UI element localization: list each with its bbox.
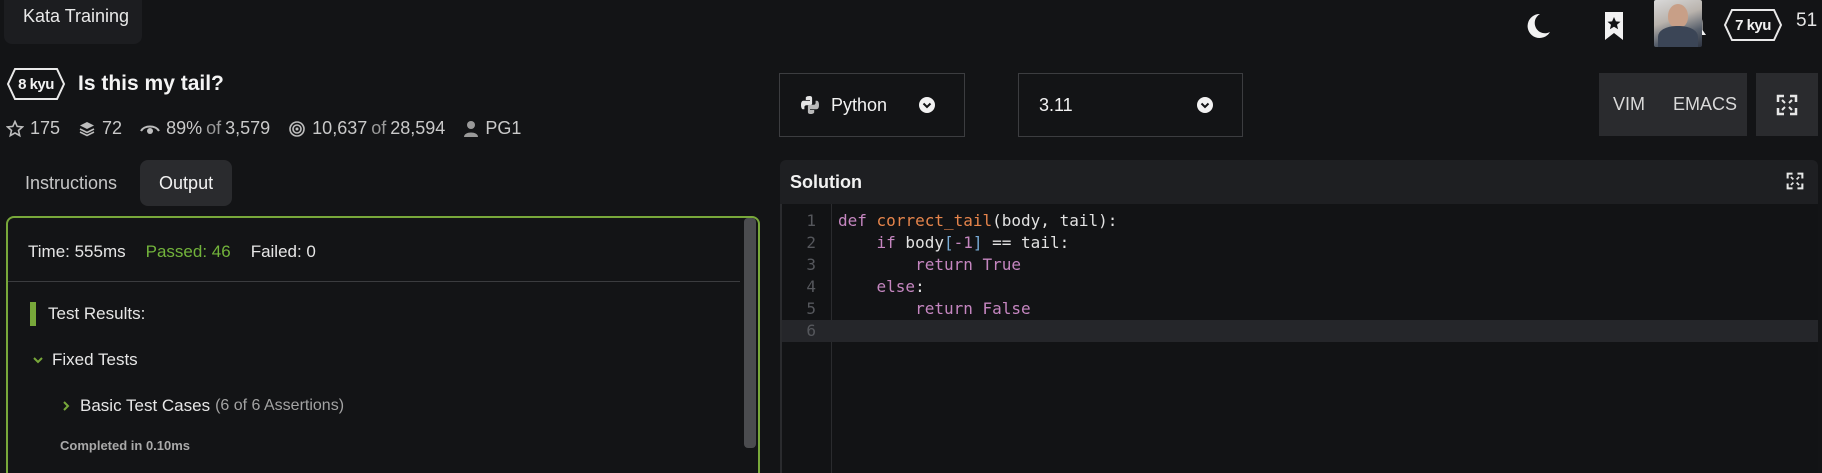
test-summary: Time: 555ms Passed: 46 Failed: 0 (28, 242, 316, 262)
bookmark-star-icon[interactable] (1596, 8, 1632, 44)
code-line[interactable]: 4 else: (782, 276, 1818, 298)
honor-count: 51 (1796, 10, 1818, 31)
line-number: 6 (806, 321, 816, 340)
code-line-active[interactable]: 6 (782, 320, 1818, 342)
completions-stat: 10,637 of 28,594 (288, 118, 445, 139)
fixed-tests-group[interactable]: Fixed Tests (32, 350, 138, 370)
kata-training-label: Kata Training (23, 6, 130, 26)
user-icon (464, 120, 479, 137)
chevron-down-icon (1197, 97, 1213, 113)
kata-title[interactable]: Is this my tail? (78, 72, 224, 96)
chevron-right-icon (63, 401, 70, 411)
code-line[interactable]: 1 def correct_tail(body, tail): (782, 210, 1818, 232)
moon-icon[interactable] (1520, 8, 1556, 44)
expand-icon[interactable] (1786, 172, 1804, 190)
summary-divider (8, 281, 740, 282)
satisfaction-stat: 89% of 3,579 (140, 118, 270, 139)
avatar[interactable] (1654, 0, 1702, 47)
emacs-button[interactable]: EMACS (1659, 94, 1751, 115)
solution-header: Solution (780, 160, 1818, 204)
chevron-down-icon (33, 357, 43, 364)
collections-stat[interactable]: 72 (78, 118, 122, 139)
line-number: 2 (806, 233, 816, 252)
completed-time: Completed in 0.10ms (60, 438, 191, 453)
code-line[interactable]: 2 if body[-1] == tail: (782, 232, 1818, 254)
kata-rank-badge: 8 kyu (6, 67, 66, 101)
python-icon (801, 96, 819, 114)
version-select[interactable]: 3.11 (1018, 73, 1243, 137)
code-line[interactable]: 3 return True (782, 254, 1818, 276)
line-number: 5 (806, 299, 816, 318)
fullscreen-icon (1776, 94, 1798, 115)
solution-title: Solution (790, 171, 862, 192)
line-number: 1 (806, 211, 816, 230)
user-rank-badge[interactable]: 7 kyu (1723, 8, 1783, 42)
star-icon (6, 119, 24, 137)
target-icon (289, 120, 305, 137)
language-selected: Python (831, 94, 888, 115)
code-text: def correct_tail(body, tail): (838, 211, 1118, 230)
eye-icon (140, 125, 160, 134)
kata-stats: 175 72 89% of 3,579 10,637 of 28,594 PG1 (6, 118, 539, 139)
kata-training-tab[interactable]: Kata Training (4, 0, 142, 44)
code-text: if body[-1] == tail: (876, 233, 1070, 252)
left-panel-tabs: Instructions Output (6, 160, 236, 206)
time-label: Time: 555ms (28, 242, 126, 261)
vim-button[interactable]: VIM (1599, 94, 1659, 115)
stars-stat[interactable]: 175 (6, 118, 60, 139)
code-text: return False (915, 299, 1031, 318)
results-accent-bar (30, 302, 36, 326)
code-editor[interactable]: 1 def correct_tail(body, tail): 2 if bod… (780, 204, 1818, 473)
failed-count: Failed: 0 (250, 242, 316, 261)
output-scrollbar[interactable] (744, 218, 756, 448)
line-number: 3 (806, 255, 816, 274)
passed-count: Passed: 46 (145, 242, 231, 261)
line-number: 4 (806, 277, 816, 296)
code-line[interactable]: 5 return False (782, 298, 1818, 320)
layers-icon (79, 121, 95, 136)
keymap-toggle: VIM EMACS (1599, 73, 1747, 136)
output-panel: Time: 555ms Passed: 46 Failed: 0 Test Re… (6, 216, 760, 473)
version-selected: 3.11 (1039, 94, 1073, 115)
author-stat[interactable]: PG1 (463, 118, 521, 139)
fullscreen-button[interactable] (1756, 73, 1818, 136)
code-text: else: (876, 277, 925, 296)
code-text: return True (915, 255, 1022, 274)
tab-output[interactable]: Output (140, 160, 233, 206)
chevron-down-icon (919, 97, 935, 113)
tab-instructions[interactable]: Instructions (6, 160, 136, 206)
language-select[interactable]: Python (779, 73, 965, 137)
test-results-heading: Test Results: (30, 302, 145, 326)
basic-test-cases-group[interactable]: Basic Test Cases (6 of 6 Assertions) (60, 396, 344, 416)
